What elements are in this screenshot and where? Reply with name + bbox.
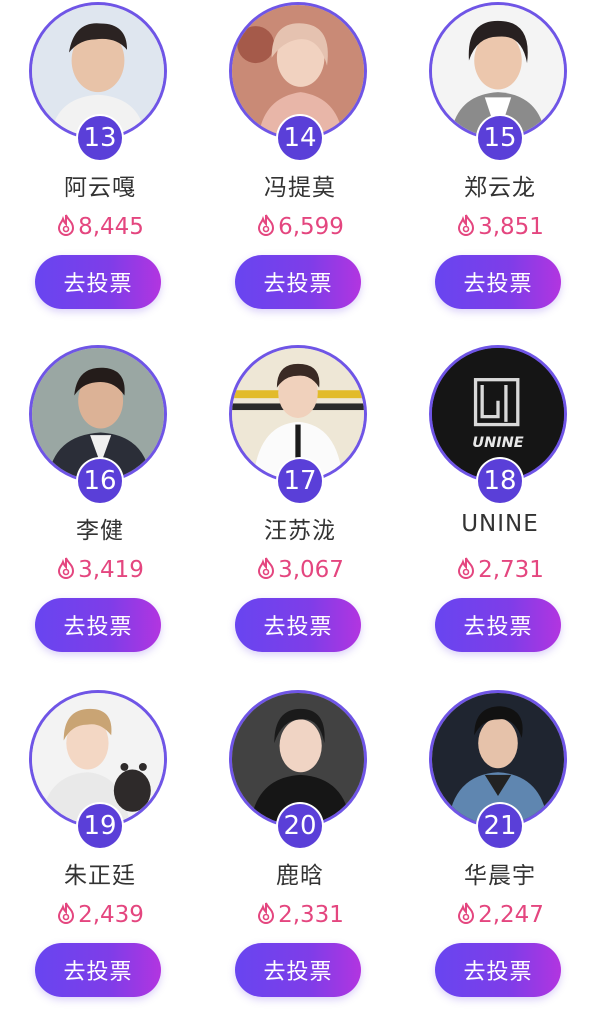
- candidate-name: 朱正廷: [64, 863, 136, 889]
- candidate-grid: 13 阿云嘎 8,445 去投票 14 冯提莫 6,599 去投票 15 郑云龙…: [0, 0, 600, 997]
- vote-count-value: 8,445: [78, 214, 144, 240]
- rank-badge: 20: [278, 804, 322, 848]
- rank-badge: 19: [78, 804, 122, 848]
- candidate-card[interactable]: UNINE 18 UNINE 2,731 去投票: [400, 343, 600, 683]
- candidate-name: 鹿晗: [276, 863, 324, 889]
- vote-button[interactable]: 去投票: [435, 255, 561, 309]
- flame-icon: [458, 557, 475, 579]
- rank-badge: 14: [278, 116, 322, 160]
- vote-count: 8,445: [0, 214, 200, 240]
- vote-count-value: 2,439: [78, 902, 144, 928]
- candidate-name: 李健: [76, 518, 124, 544]
- candidate-card[interactable]: 21 华晨宇 2,247 去投票: [400, 688, 600, 1028]
- flame-icon: [58, 557, 75, 579]
- vote-button[interactable]: 去投票: [435, 598, 561, 652]
- vote-button[interactable]: 去投票: [235, 943, 361, 997]
- candidate-name: 华晨宇: [464, 863, 536, 889]
- flame-icon: [258, 902, 275, 924]
- vote-count: 2,247: [400, 902, 600, 928]
- vote-count-value: 3,419: [78, 557, 144, 583]
- candidate-name: 冯提莫: [264, 175, 336, 201]
- vote-count-value: 2,331: [278, 902, 344, 928]
- flame-icon: [458, 214, 475, 236]
- candidate-card[interactable]: 19 朱正廷 2,439 去投票: [0, 688, 200, 1028]
- vote-count: 2,731: [400, 557, 600, 583]
- candidate-card[interactable]: 20 鹿晗 2,331 去投票: [200, 688, 400, 1028]
- candidate-card[interactable]: 15 郑云龙 3,851 去投票: [400, 0, 600, 340]
- candidate-card[interactable]: 16 李健 3,419 去投票: [0, 343, 200, 683]
- rank-badge: 18: [478, 459, 522, 503]
- rank-badge: 15: [478, 116, 522, 160]
- flame-icon: [258, 557, 275, 579]
- flame-icon: [58, 214, 75, 236]
- vote-count: 3,067: [200, 557, 400, 583]
- vote-count-value: 6,599: [278, 214, 344, 240]
- vote-count: 3,419: [0, 557, 200, 583]
- candidate-name: 汪苏泷: [264, 518, 336, 544]
- vote-count: 6,599: [200, 214, 400, 240]
- rank-badge: 21: [478, 804, 522, 848]
- flame-icon: [458, 902, 475, 924]
- candidate-name: 郑云龙: [464, 175, 536, 201]
- candidate-card[interactable]: 13 阿云嘎 8,445 去投票: [0, 0, 200, 340]
- vote-button[interactable]: 去投票: [235, 598, 361, 652]
- vote-button[interactable]: 去投票: [435, 943, 561, 997]
- vote-count: 3,851: [400, 214, 600, 240]
- candidate-name: UNINE: [461, 511, 539, 537]
- candidate-name: 阿云嘎: [64, 175, 136, 201]
- logo-text: UNINE: [472, 435, 523, 451]
- candidate-card[interactable]: 14 冯提莫 6,599 去投票: [200, 0, 400, 340]
- vote-count-value: 3,851: [478, 214, 544, 240]
- vote-count-value: 3,067: [278, 557, 344, 583]
- candidate-card[interactable]: 17 汪苏泷 3,067 去投票: [200, 343, 400, 683]
- vote-count: 2,439: [0, 902, 200, 928]
- rank-badge: 16: [78, 459, 122, 503]
- vote-count-value: 2,731: [478, 557, 544, 583]
- vote-button[interactable]: 去投票: [35, 598, 161, 652]
- flame-icon: [258, 214, 275, 236]
- rank-badge: 17: [278, 459, 322, 503]
- vote-button[interactable]: 去投票: [35, 943, 161, 997]
- vote-count: 2,331: [200, 902, 400, 928]
- rank-badge: 13: [78, 116, 122, 160]
- vote-button[interactable]: 去投票: [35, 255, 161, 309]
- vote-count-value: 2,247: [478, 902, 544, 928]
- vote-button[interactable]: 去投票: [235, 255, 361, 309]
- flame-icon: [58, 902, 75, 924]
